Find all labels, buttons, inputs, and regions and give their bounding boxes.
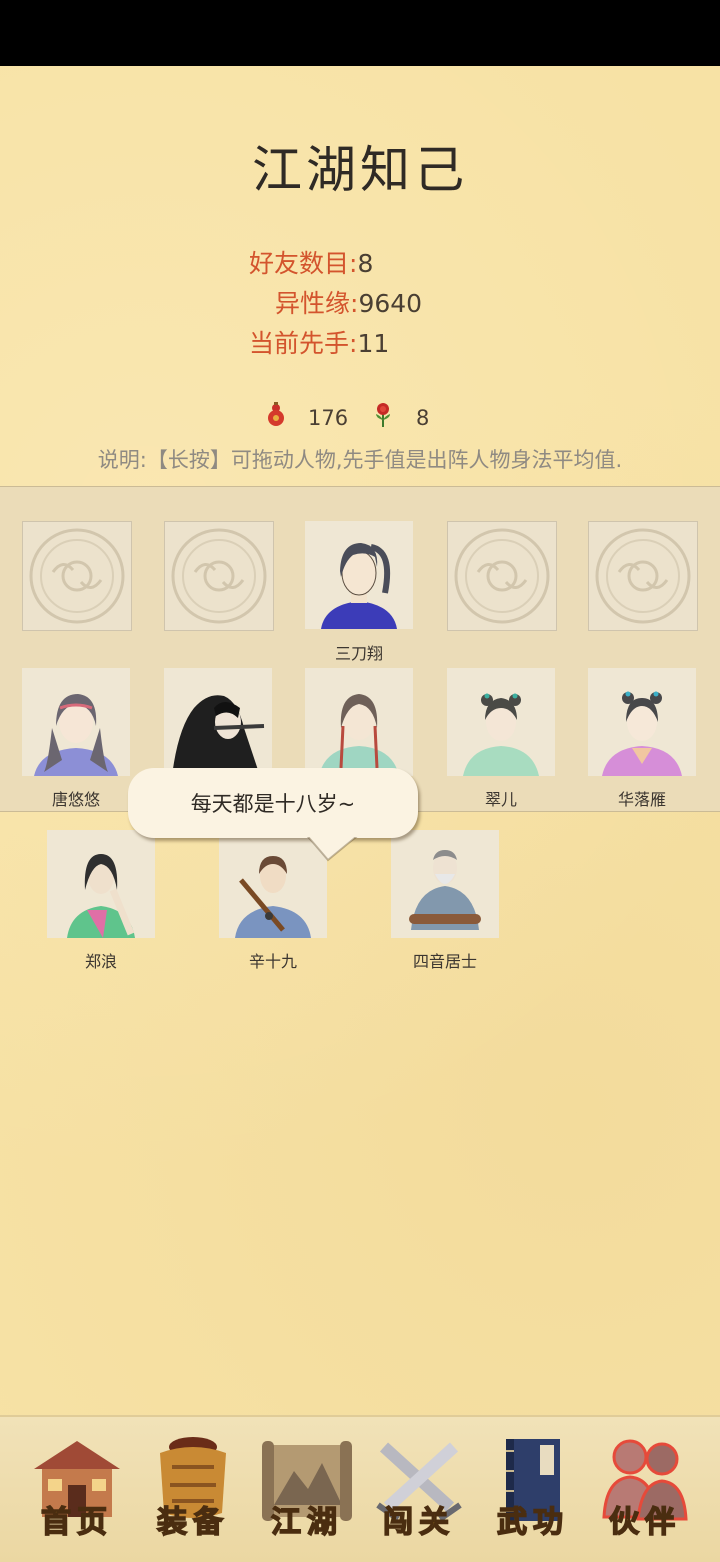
nav-label: 首页 bbox=[40, 1504, 113, 1541]
nav-label: 伙伴 bbox=[608, 1504, 681, 1541]
stat-label: 好友数目 bbox=[249, 249, 350, 278]
flower-resource: 8 bbox=[372, 402, 429, 433]
character-portrait-sandaoxiang[interactable] bbox=[305, 521, 413, 629]
stat-value: 11 bbox=[357, 329, 390, 358]
medallion-pattern-icon bbox=[171, 528, 267, 624]
medallion-pattern-icon bbox=[595, 528, 691, 624]
character-name: 辛十九 bbox=[248, 952, 297, 971]
maid-portrait-icon bbox=[463, 693, 539, 776]
flower-count: 8 bbox=[416, 405, 430, 430]
empty-formation-slot[interactable] bbox=[164, 521, 274, 631]
character-portrait-hualuoyan[interactable] bbox=[588, 668, 696, 776]
nav-label: 武功 bbox=[496, 1504, 569, 1541]
page-title: 江湖知己 bbox=[252, 141, 468, 199]
character-name: 郑浪 bbox=[84, 952, 117, 971]
gourd-icon bbox=[264, 402, 288, 433]
stat-value: 9640 bbox=[358, 289, 423, 318]
character-name: 三刀翔 bbox=[334, 644, 383, 663]
gourd-count: 176 bbox=[308, 405, 349, 430]
nav-martial-arts-button[interactable]: 武功 bbox=[478, 1427, 588, 1555]
stat-label: 当前先手 bbox=[249, 329, 350, 358]
nav-label: 江湖 bbox=[270, 1504, 343, 1541]
character-portrait-tangyouyou[interactable] bbox=[22, 668, 130, 776]
swordsman-portrait-icon bbox=[321, 543, 397, 629]
character-portrait-zhenglang[interactable] bbox=[47, 830, 155, 938]
character-portrait-flute-player[interactable] bbox=[164, 668, 272, 776]
gourd-resource: 176 bbox=[264, 402, 348, 433]
character-portrait-siyinjushi[interactable] bbox=[391, 830, 499, 938]
medallion-pattern-icon bbox=[29, 528, 125, 624]
bottom-navigation: 首页 装备 江湖 闯关 武功 伙伴 bbox=[0, 1415, 720, 1562]
stat-label: 异性缘 bbox=[275, 289, 351, 318]
nav-label: 装备 bbox=[156, 1504, 229, 1541]
stat-initiative: 当前先手:11 bbox=[249, 329, 390, 358]
speech-bubble-tail bbox=[300, 832, 370, 862]
empty-formation-slot[interactable] bbox=[22, 521, 132, 631]
character-name: 四音居士 bbox=[412, 952, 477, 971]
character-name: 翠儿 bbox=[484, 790, 517, 809]
nav-jianghu-button[interactable]: 江湖 bbox=[252, 1427, 362, 1555]
hermit-portrait-icon bbox=[409, 850, 481, 930]
swordsman-portrait-icon bbox=[67, 854, 135, 938]
character-name: 唐悠悠 bbox=[51, 790, 100, 809]
status-bar bbox=[0, 0, 720, 66]
lady-portrait-icon bbox=[319, 694, 399, 776]
nav-equipment-button[interactable]: 装备 bbox=[138, 1427, 248, 1555]
nav-home-button[interactable]: 首页 bbox=[22, 1427, 132, 1555]
empty-formation-slot[interactable] bbox=[447, 521, 557, 631]
stat-charm: 异性缘:9640 bbox=[275, 289, 423, 318]
flute-player-portrait-icon bbox=[172, 695, 265, 776]
character-portrait-cuier[interactable] bbox=[447, 668, 555, 776]
lady-portrait-icon bbox=[34, 694, 118, 776]
speech-bubble: 每天都是十八岁~ bbox=[128, 768, 418, 838]
nav-challenge-button[interactable]: 闯关 bbox=[364, 1427, 474, 1555]
speech-bubble-text: 每天都是十八岁~ bbox=[190, 792, 356, 816]
character-name: 华落雁 bbox=[617, 790, 666, 809]
empty-formation-slot[interactable] bbox=[588, 521, 698, 631]
nav-label: 闯关 bbox=[382, 1504, 455, 1541]
character-portrait-green-lady[interactable] bbox=[305, 668, 413, 776]
lady-portrait-icon bbox=[602, 691, 682, 776]
instruction-note: 说明:【长按】可拖动人物,先手值是出阵人物身法平均值. bbox=[97, 448, 623, 472]
rose-icon bbox=[372, 402, 394, 433]
stat-friend-count: 好友数目:8 bbox=[249, 249, 374, 278]
stat-value: 8 bbox=[357, 249, 374, 278]
nav-companions-button[interactable]: 伙伴 bbox=[590, 1427, 700, 1555]
medallion-pattern-icon bbox=[454, 528, 550, 624]
